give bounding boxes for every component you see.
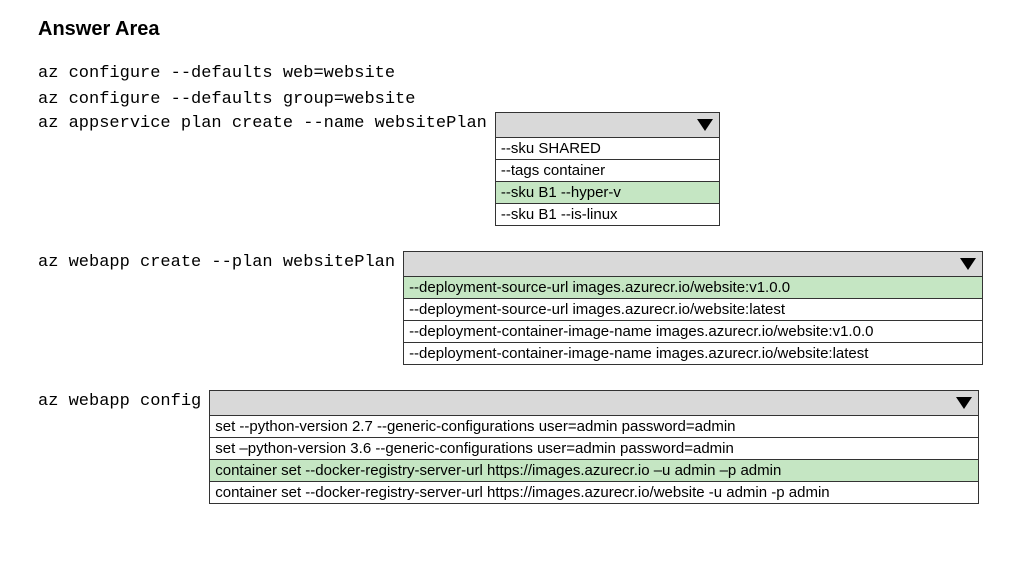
dropdown-option[interactable]: --deployment-source-url images.azurecr.i… (404, 299, 982, 321)
dropdown-3-options: set --python-version 2.7 --generic-confi… (209, 416, 979, 504)
dropdown-2-header[interactable] (403, 251, 983, 277)
dropdown-2: --deployment-source-url images.azurecr.i… (403, 251, 983, 365)
dropdown-option[interactable]: --tags container (496, 160, 719, 182)
dropdown-arrow-icon (693, 114, 717, 136)
dropdown-1: --sku SHARED--tags container--sku B1 --h… (495, 112, 720, 226)
dropdown-option[interactable]: set --python-version 2.7 --generic-confi… (210, 416, 978, 438)
cmd-prefix-3: az webapp config (38, 390, 209, 411)
cmd-prefix-1: az appservice plan create --name website… (38, 112, 495, 133)
code-line-2: az configure --defaults group=website (38, 87, 985, 113)
dropdown-option[interactable]: --deployment-container-image-name images… (404, 343, 982, 364)
dropdown-1-options: --sku SHARED--tags container--sku B1 --h… (495, 138, 720, 226)
page-title: Answer Area (38, 18, 985, 41)
dropdown-arrow-icon (956, 253, 980, 275)
dropdown-option[interactable]: container set --docker-registry-server-u… (210, 460, 978, 482)
dropdown-option[interactable]: --deployment-container-image-name images… (404, 321, 982, 343)
dropdown-1-header[interactable] (495, 112, 720, 138)
dropdown-arrow-icon (952, 392, 976, 414)
dropdown-option[interactable]: --deployment-source-url images.azurecr.i… (404, 277, 982, 299)
cmd-prefix-2: az webapp create --plan websitePlan (38, 251, 403, 272)
dropdown-option[interactable]: set –python-version 3.6 --generic-config… (210, 438, 978, 460)
dropdown-3-header[interactable] (209, 390, 979, 416)
code-line-1: az configure --defaults web=website (38, 61, 985, 87)
dropdown-3: set --python-version 2.7 --generic-confi… (209, 390, 979, 504)
dropdown-option[interactable]: container set --docker-registry-server-u… (210, 482, 978, 503)
dropdown-option[interactable]: --sku B1 --is-linux (496, 204, 719, 225)
dropdown-option[interactable]: --sku B1 --hyper-v (496, 182, 719, 204)
dropdown-2-options: --deployment-source-url images.azurecr.i… (403, 277, 983, 365)
dropdown-option[interactable]: --sku SHARED (496, 138, 719, 160)
